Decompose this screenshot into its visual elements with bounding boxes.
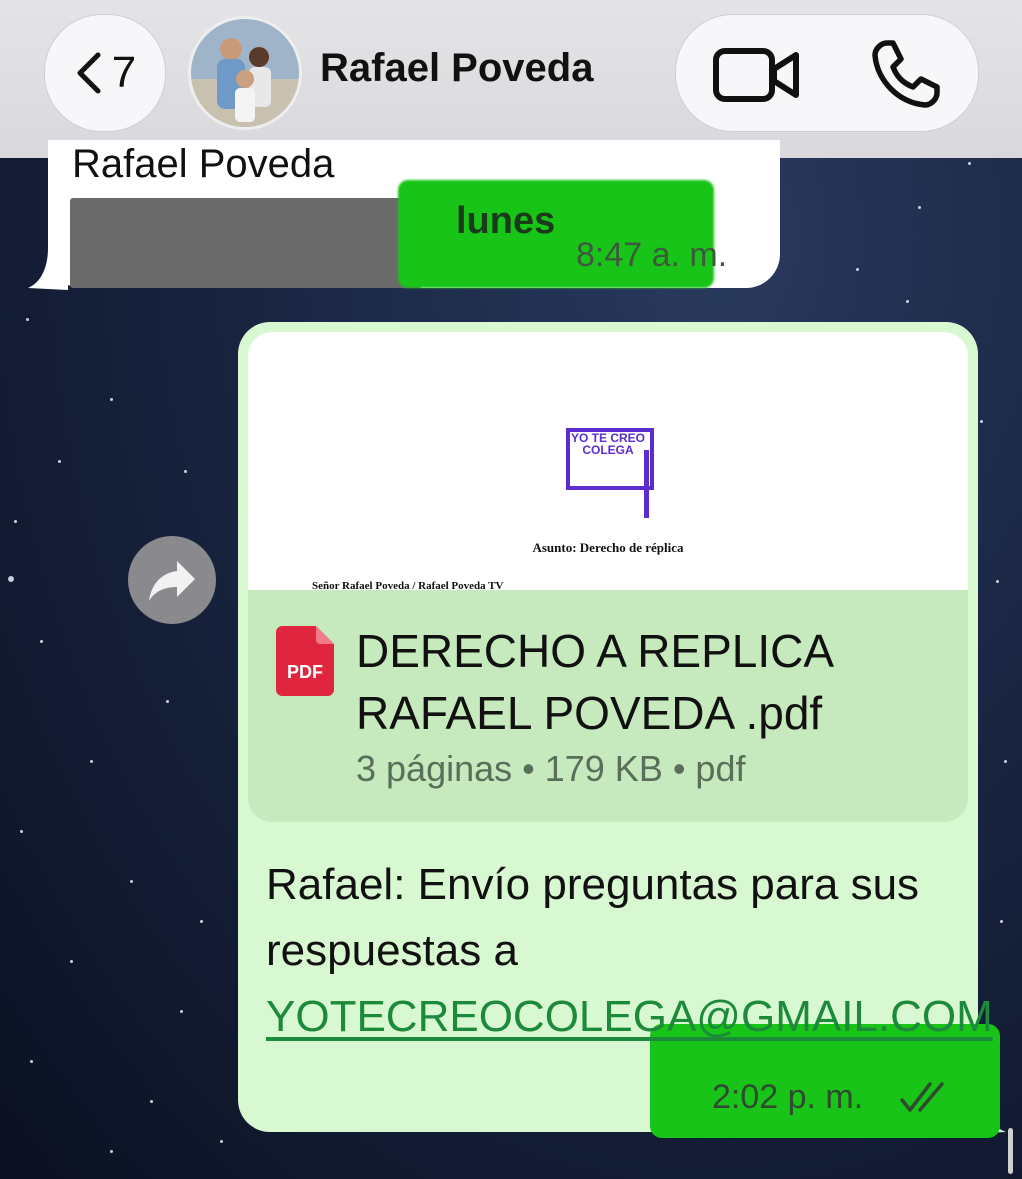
- pdf-icon-label: PDF: [287, 662, 323, 682]
- document-subject-line: Asunto: Derecho de réplica: [532, 540, 684, 555]
- forward-button[interactable]: [128, 536, 216, 624]
- contact-name[interactable]: Rafael Poveda: [320, 46, 593, 91]
- back-button[interactable]: 7: [44, 14, 166, 132]
- forward-arrow-icon: [149, 561, 195, 601]
- message-timestamp: 8:47 a. m.: [576, 236, 728, 274]
- scrollbar[interactable]: [1008, 1128, 1013, 1174]
- call-buttons-group: [675, 14, 979, 132]
- contact-avatar[interactable]: [188, 16, 302, 130]
- email-link[interactable]: YOTECREOCOLEGA@GMAIL.COM: [266, 992, 993, 1041]
- double-check-icon: [900, 1082, 944, 1112]
- message-sender-name: Rafael Poveda: [72, 142, 335, 186]
- file-meta: 3 páginas • 179 KB • pdf: [356, 748, 746, 789]
- message-caption: Rafael: Envío preguntas para sus respues…: [266, 852, 993, 1050]
- chevron-left-icon: [77, 52, 101, 94]
- logo-pole: [644, 450, 649, 518]
- caption-text: Rafael: Envío preguntas para sus respues…: [266, 860, 920, 975]
- document-preview[interactable]: YO TE CREO COLEGA Asunto: Derecho de rép…: [248, 332, 968, 590]
- document-logo-text: YO TE CREO COLEGA: [570, 431, 645, 457]
- document-greeting-line: Señor Rafael Poveda / Rafael Poveda TV: [312, 580, 504, 590]
- phone-icon[interactable]: [869, 37, 943, 111]
- message-date-label: lunes: [456, 200, 556, 242]
- message-timestamp: 2:02 p. m.: [712, 1078, 864, 1116]
- video-camera-icon[interactable]: [712, 45, 802, 105]
- redacted-content: [70, 198, 422, 288]
- pdf-file-icon: PDF: [276, 626, 334, 696]
- unread-count: 7: [111, 48, 137, 97]
- file-name: DERECHO A REPLICA RAFAEL POVEDA .pdf: [356, 625, 832, 739]
- chat-header: 7 Rafael Poveda: [0, 0, 1022, 158]
